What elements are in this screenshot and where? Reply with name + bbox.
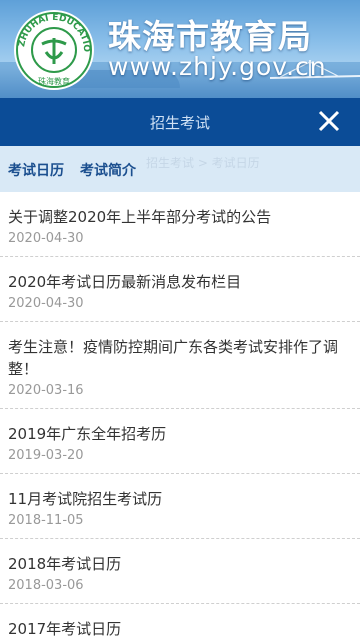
tab-exam-calendar[interactable]: 考试日历 (8, 160, 64, 180)
article-list: 关于调整2020年上半年部分考试的公告 2020-04-30 2020年考试日历… (0, 192, 360, 640)
article-title: 2018年考试日历 (8, 555, 122, 573)
breadcrumb: 招生考试 > 考试日历 (146, 156, 260, 170)
header-banner: ZHUHAI EDUCATION 珠海教育 珠海市教育局 www.zhjy.go… (0, 0, 360, 98)
list-item[interactable]: 考生注意！疫情防控期间广东各类考试安排作了调整！ 2020-03-16 (0, 322, 360, 409)
article-date: 2020-03-16 (8, 383, 84, 398)
site-url: www.zhjy.gov.cn (108, 52, 327, 81)
list-item[interactable]: 2017年考试日历 2017-09-28 (0, 604, 360, 640)
article-date: 2020-04-30 (8, 231, 84, 246)
article-title: 2020年考试日历最新消息发布栏目 (8, 273, 242, 291)
list-item[interactable]: 2018年考试日历 2018-03-06 (0, 539, 360, 604)
article-date: 2018-11-05 (8, 513, 84, 528)
article-date: 2019-03-20 (8, 448, 84, 463)
logo-text-bottom: 珠海教育 (38, 76, 70, 86)
list-item[interactable]: 关于调整2020年上半年部分考试的公告 2020-04-30 (0, 192, 360, 257)
close-icon[interactable] (316, 108, 342, 134)
site-name: 珠海市教育局 (108, 17, 312, 56)
sub-navigation: 招生考试 > 考试日历 考试日历 考试简介 (0, 146, 360, 192)
section-titlebar: 招生考试 (0, 98, 360, 146)
education-bureau-logo: ZHUHAI EDUCATION 珠海教育 (12, 8, 94, 90)
list-item[interactable]: 2019年广东全年招考历 2019-03-20 (0, 409, 360, 474)
article-title: 考生注意！疫情防控期间广东各类考试安排作了调整！ (8, 338, 339, 378)
list-item[interactable]: 2020年考试日历最新消息发布栏目 2020-04-30 (0, 257, 360, 322)
article-title: 2017年考试日历 (8, 620, 122, 638)
article-title: 11月考试院招生考试历 (8, 490, 163, 508)
section-title: 招生考试 (149, 114, 210, 132)
tab-exam-intro[interactable]: 考试简介 (80, 160, 136, 180)
article-title: 2019年广东全年招考历 (8, 425, 167, 443)
article-date: 2018-03-06 (8, 578, 84, 593)
list-item[interactable]: 11月考试院招生考试历 2018-11-05 (0, 474, 360, 539)
article-date: 2020-04-30 (8, 296, 84, 311)
article-title: 关于调整2020年上半年部分考试的公告 (8, 208, 272, 226)
